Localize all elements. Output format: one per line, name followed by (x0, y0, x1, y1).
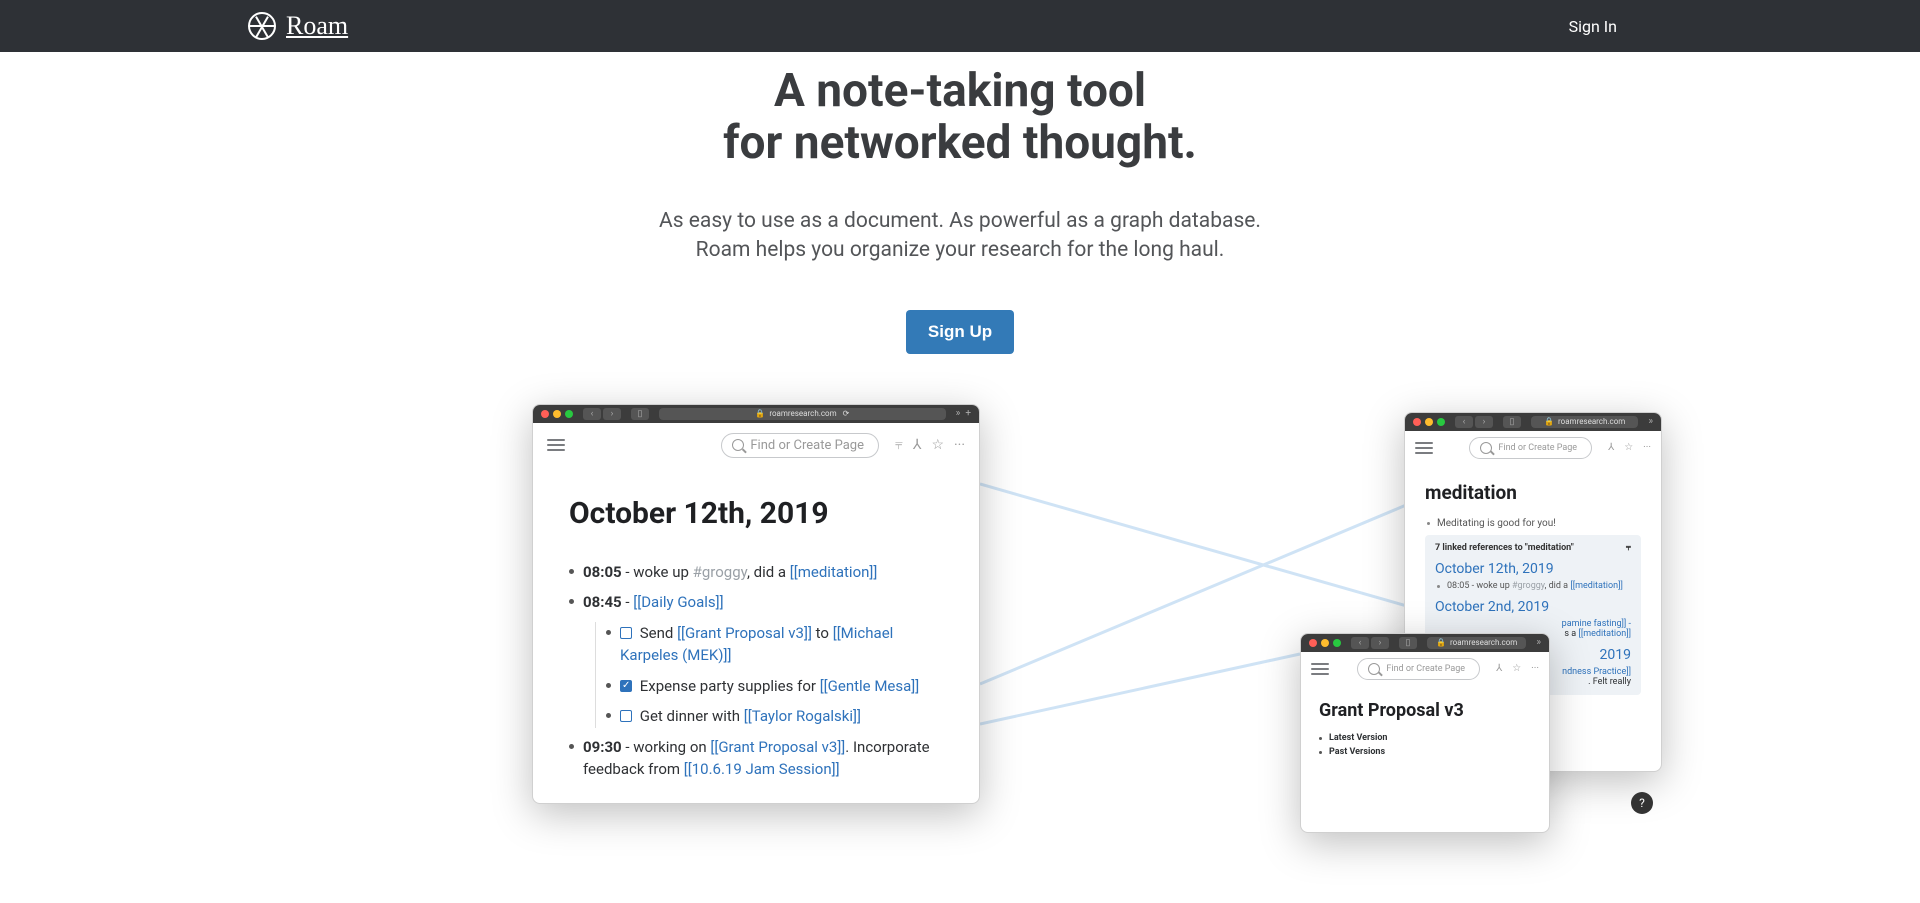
mock-browser-grant: ‹›▯🔒 roamresearch.com» Find or Create Pa… (1300, 633, 1550, 833)
top-nav-bar: Roam Sign In (0, 0, 1920, 52)
hero-subtitle: As easy to use as a document. As powerfu… (0, 207, 1920, 266)
search-input: Find or Create Page (1469, 437, 1592, 459)
outline-item: Latest Version (1319, 733, 1531, 743)
filter-icon: ⫧ (895, 437, 903, 453)
outline-item: 08:05 - woke up #groggy, did a [[meditat… (569, 561, 943, 584)
search-icon (1480, 442, 1492, 454)
graph-icon: ⅄ (1608, 442, 1614, 453)
outline-item: 09:30 - working on [[Grant Proposal v3]]… (569, 736, 943, 781)
brand-link[interactable]: Roam (248, 11, 348, 41)
star-icon: ☆ (931, 437, 944, 453)
outline-subitem: Send [[Grant Proposal v3]] to [[Michael … (606, 622, 943, 667)
more-icon: ··· (954, 437, 965, 453)
star-icon: ☆ (1624, 442, 1633, 453)
outline-subitem: Get dinner with [[Taylor Rogalski]] (606, 705, 943, 728)
help-button[interactable]: ? (1631, 792, 1653, 814)
hamburger-icon (1311, 663, 1329, 675)
reference-date-link: October 12th, 2019 (1435, 561, 1631, 577)
page-title: meditation (1425, 481, 1641, 504)
graph-icon: ⅄ (1496, 663, 1502, 674)
page-content: October 12th, 2019 08:05 - woke up #grog… (533, 468, 979, 799)
toolbar-icons: ⫧ ⅄ ☆ ··· (895, 437, 965, 453)
sign-up-button[interactable]: Sign Up (906, 310, 1014, 354)
hamburger-icon (1415, 442, 1433, 454)
more-icon: ··· (1643, 442, 1651, 453)
hamburger-icon (547, 439, 565, 451)
page-title: Grant Proposal v3 (1319, 700, 1531, 721)
outline-subitem: Expense party supplies for [[Gentle Mesa… (606, 675, 943, 698)
filter-icon: ⫧ (1626, 543, 1631, 553)
traffic-lights-icon (541, 410, 573, 418)
sign-in-link[interactable]: Sign In (1569, 17, 1617, 36)
graph-icon: ⅄ (913, 437, 922, 453)
outline-item: Meditating is good for you! (1425, 518, 1641, 529)
product-illustration: ‹› ▯ 🔒 roamresearch.com ⟳ » + Find or Cr… (180, 404, 1740, 784)
reference-date-link: October 2nd, 2019 (1435, 599, 1631, 615)
outline-item: 08:45 - [[Daily Goals]] Send [[Grant Pro… (569, 591, 943, 728)
app-toolbar: Find or Create Page ⫧ ⅄ ☆ ··· (533, 423, 979, 468)
browser-sidebar-toggle: ▯ (631, 408, 649, 420)
checkbox-unchecked-icon (620, 627, 632, 639)
browser-url-bar: 🔒 roamresearch.com ⟳ (659, 408, 946, 420)
search-icon (1368, 663, 1380, 675)
outline: 08:05 - woke up #groggy, did a [[meditat… (569, 561, 943, 781)
browser-nav-buttons: ‹› (583, 408, 621, 420)
checkbox-unchecked-icon (620, 710, 632, 722)
search-input: Find or Create Page (721, 433, 879, 458)
brand-name: Roam (286, 11, 348, 41)
checkbox-checked-icon (620, 680, 632, 692)
star-icon: ☆ (1512, 663, 1521, 674)
mock-browser-main: ‹› ▯ 🔒 roamresearch.com ⟳ » + Find or Cr… (532, 404, 980, 804)
browser-overflow-icon: » + (956, 408, 971, 419)
browser-chrome: ‹› ▯ 🔒 roamresearch.com ⟳ » + (533, 405, 979, 423)
more-icon: ··· (1531, 663, 1539, 674)
search-icon (732, 439, 744, 451)
roam-logo-icon (248, 12, 276, 40)
outline-item: Past Versions (1319, 747, 1531, 757)
search-input: Find or Create Page (1357, 658, 1480, 680)
hero-section: A note-taking tool for networked thought… (0, 52, 1920, 354)
page-title: October 12th, 2019 (569, 496, 943, 531)
hero-title: A note-taking tool for networked thought… (0, 66, 1920, 169)
